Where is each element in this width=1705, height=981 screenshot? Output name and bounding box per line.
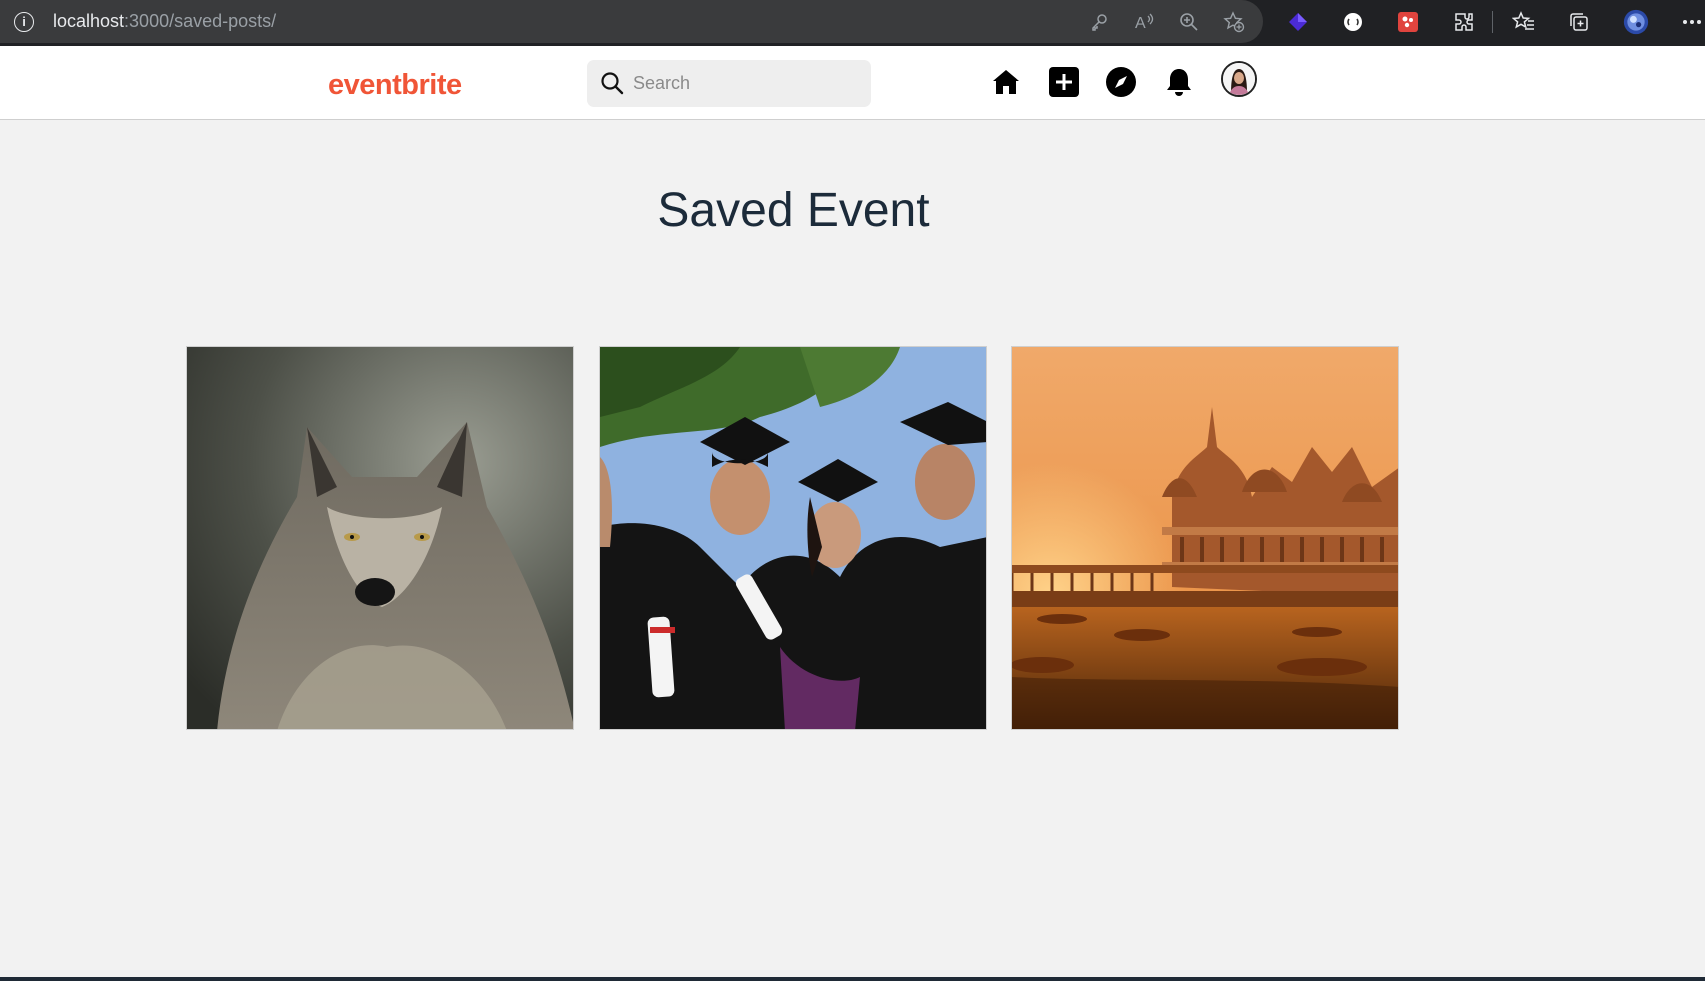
eventbrite-logo[interactable]: eventbrite	[328, 69, 462, 102]
extension-red-icon[interactable]	[1395, 9, 1421, 35]
url-path: :3000/saved-posts/	[124, 11, 277, 31]
more-icon[interactable]	[1679, 9, 1705, 35]
saved-event-card[interactable]	[1011, 346, 1399, 730]
url-text[interactable]: localhost:3000/saved-posts/	[53, 11, 276, 32]
extension-purple-icon[interactable]	[1285, 9, 1311, 35]
user-avatar-image	[1223, 63, 1255, 95]
site-info-icon[interactable]: i	[14, 12, 34, 32]
address-bar[interactable]: i localhost:3000/saved-posts/ A	[0, 0, 1263, 43]
wolf-photo	[187, 347, 573, 729]
search-icon	[601, 72, 624, 95]
profile-icon[interactable]	[1623, 9, 1649, 35]
favorites-icon[interactable]	[1511, 9, 1537, 35]
extensions-icon[interactable]	[1451, 9, 1477, 35]
create-icon[interactable]	[1046, 64, 1082, 100]
saved-event-card[interactable]	[186, 346, 574, 730]
search-input[interactable]	[633, 68, 858, 98]
zoom-icon[interactable]	[1176, 9, 1202, 35]
key-icon[interactable]	[1086, 9, 1112, 35]
url-host: localhost	[53, 11, 125, 31]
app-header: eventbrite	[0, 46, 1705, 120]
browser-chrome: i localhost:3000/saved-posts/ A	[0, 0, 1705, 46]
search-box[interactable]	[587, 60, 871, 107]
svg-text:A: A	[1135, 15, 1146, 32]
add-favorite-icon[interactable]	[1221, 9, 1247, 35]
collections-icon[interactable]	[1566, 9, 1592, 35]
toolbar-divider	[1492, 11, 1493, 33]
explore-icon[interactable]	[1103, 64, 1139, 100]
read-aloud-icon[interactable]: A	[1132, 9, 1158, 35]
page-title: Saved Event	[657, 184, 930, 237]
home-icon[interactable]	[988, 64, 1024, 100]
page-bottom-border	[0, 977, 1705, 981]
avatar[interactable]	[1221, 61, 1257, 97]
temple-sunset-photo	[1012, 347, 1398, 729]
graduates-photo	[600, 347, 986, 729]
extension-circle-icon[interactable]	[1340, 9, 1366, 35]
saved-event-card[interactable]	[599, 346, 987, 730]
notifications-icon[interactable]	[1161, 64, 1197, 100]
